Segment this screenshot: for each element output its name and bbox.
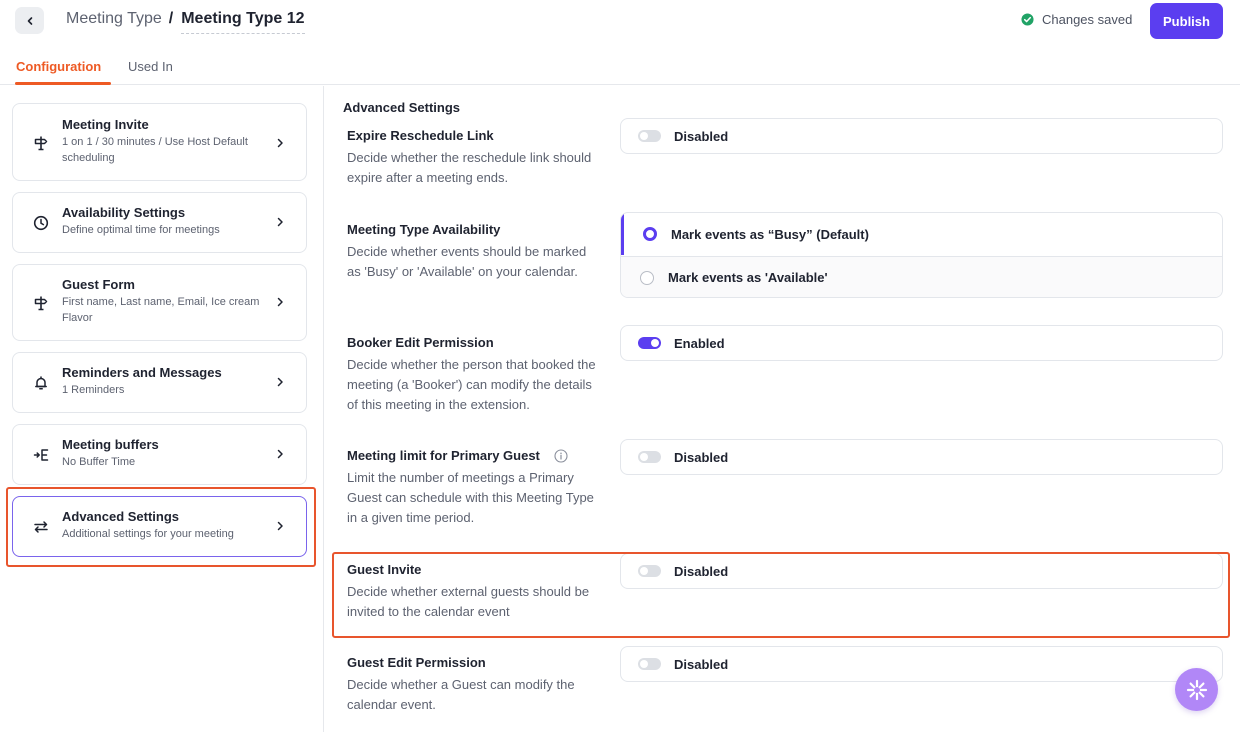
sidebar-item-title: Reminders and Messages bbox=[62, 365, 222, 380]
sidebar-item-title: Meeting buffers bbox=[62, 437, 159, 452]
guest-invite-toggle-box: Disabled bbox=[620, 553, 1223, 589]
setting-availability: Meeting Type Availability Decide whether… bbox=[347, 222, 597, 282]
sidebar-item-reminders[interactable]: Reminders and Messages 1 Reminders bbox=[12, 352, 307, 413]
toggle-state-label: Enabled bbox=[674, 335, 725, 351]
sidebar-item-guest-form[interactable]: Guest Form First name, Last name, Email,… bbox=[12, 264, 307, 341]
radio-option-available[interactable]: Mark events as 'Available' bbox=[621, 256, 1222, 297]
tab-bar: Configuration Used In bbox=[0, 46, 1240, 85]
main-content: Advanced Settings Expire Reschedule Link… bbox=[325, 86, 1240, 732]
toggle-knob bbox=[640, 132, 648, 140]
setting-description: Decide whether external guests should be… bbox=[347, 584, 590, 619]
setting-description: Decide whether events should be marked a… bbox=[347, 244, 587, 279]
toggle-knob bbox=[651, 339, 659, 347]
save-status-text: Changes saved bbox=[1042, 12, 1133, 27]
sparkle-icon bbox=[1186, 679, 1207, 700]
tab-configuration[interactable]: Configuration bbox=[16, 59, 101, 74]
save-status: Changes saved bbox=[1021, 12, 1132, 27]
back-button[interactable] bbox=[15, 7, 44, 34]
radio-button-selected[interactable] bbox=[643, 227, 657, 241]
guest-invite-toggle[interactable] bbox=[638, 565, 661, 577]
sidebar-item-meeting-buffers[interactable]: Meeting buffers No Buffer Time bbox=[12, 424, 307, 485]
sidebar-item-meeting-invite[interactable]: Meeting Invite 1 on 1 / 30 minutes / Use… bbox=[12, 103, 307, 181]
guest-edit-toggle[interactable] bbox=[638, 658, 661, 670]
sidebar-item-subtitle: First name, Last name, Email, Ice cream … bbox=[62, 296, 260, 324]
sidebar-item-subtitle: 1 Reminders bbox=[62, 384, 125, 396]
toggle-state-label: Disabled bbox=[674, 449, 729, 465]
active-tab-indicator bbox=[15, 82, 111, 85]
chevron-right-icon bbox=[277, 217, 283, 227]
sliders-icon bbox=[33, 519, 49, 535]
chevron-right-icon bbox=[277, 377, 283, 387]
chevron-right-icon bbox=[277, 297, 283, 307]
chevron-right-icon bbox=[277, 138, 283, 148]
sidebar-item-advanced-settings[interactable]: Advanced Settings Additional settings fo… bbox=[12, 496, 307, 557]
setting-title-row: Meeting limit for Primary Guest bbox=[347, 448, 597, 463]
meeting-limit-toggle-box: Disabled bbox=[620, 439, 1223, 475]
section-title: Advanced Settings bbox=[343, 100, 461, 115]
availability-radio-group: Mark events as “Busy” (Default) Mark eve… bbox=[620, 212, 1223, 298]
sidebar-item-subtitle: Additional settings for your meeting bbox=[62, 528, 234, 540]
setting-guest-edit: Guest Edit Permission Decide whether a G… bbox=[347, 655, 597, 715]
header: Meeting Type / Meeting Type 12 Changes s… bbox=[0, 0, 1240, 46]
setting-title: Guest Invite bbox=[347, 562, 422, 577]
sidebar-item-subtitle: 1 on 1 / 30 minutes / Use Host Default s… bbox=[62, 136, 248, 164]
breadcrumb-separator: / bbox=[168, 10, 174, 27]
setting-guest-invite: Guest Invite Decide whether external gue… bbox=[347, 562, 597, 622]
setting-meeting-limit: Meeting limit for Primary Guest Limit th… bbox=[347, 448, 597, 528]
setting-description: Decide whether the reschedule link shoul… bbox=[347, 150, 592, 185]
toggle-state-label: Disabled bbox=[674, 656, 729, 672]
signpost-icon bbox=[33, 135, 49, 151]
setting-expire-reschedule: Expire Reschedule Link Decide whether th… bbox=[347, 128, 597, 188]
chevron-right-icon bbox=[277, 449, 283, 459]
sidebar-item-title: Advanced Settings bbox=[62, 509, 180, 524]
buffer-icon bbox=[33, 447, 49, 463]
sidebar-item-title: Guest Form bbox=[62, 277, 135, 292]
sidebar-item-title: Meeting Invite bbox=[62, 117, 149, 132]
breadcrumb-parent[interactable]: Meeting Type bbox=[66, 10, 162, 28]
tab-used-in[interactable]: Used In bbox=[128, 59, 173, 74]
toggle-knob bbox=[640, 660, 648, 668]
assistant-fab-button[interactable] bbox=[1175, 668, 1218, 711]
info-icon[interactable] bbox=[554, 448, 568, 463]
expire-reschedule-toggle[interactable] bbox=[638, 130, 661, 142]
setting-description: Limit the number of meetings a Primary G… bbox=[347, 470, 594, 525]
radio-label: Mark events as 'Available' bbox=[668, 270, 828, 285]
sidebar-item-title: Availability Settings bbox=[62, 205, 186, 220]
sidebar-item-subtitle: No Buffer Time bbox=[62, 456, 136, 468]
booker-edit-toggle-box: Enabled bbox=[620, 325, 1223, 361]
sidebar-item-subtitle: Define optimal time for meetings bbox=[62, 224, 220, 236]
setting-title: Meeting limit for Primary Guest bbox=[347, 448, 540, 463]
sidebar: Meeting Invite 1 on 1 / 30 minutes / Use… bbox=[0, 86, 324, 732]
page-title[interactable]: Meeting Type 12 bbox=[181, 10, 305, 34]
radio-label: Mark events as “Busy” (Default) bbox=[671, 226, 869, 242]
publish-button[interactable]: Publish bbox=[1150, 3, 1223, 39]
bell-icon bbox=[33, 375, 49, 391]
expire-reschedule-toggle-box: Disabled bbox=[620, 118, 1223, 154]
toggle-knob bbox=[640, 567, 648, 575]
chevron-right-icon bbox=[277, 521, 283, 531]
radio-option-busy[interactable]: Mark events as “Busy” (Default) bbox=[621, 213, 1222, 255]
check-circle-icon bbox=[1021, 13, 1034, 26]
setting-title: Expire Reschedule Link bbox=[347, 128, 494, 143]
guest-edit-toggle-box: Disabled bbox=[620, 646, 1223, 682]
setting-description: Decide whether the person that booked th… bbox=[347, 357, 596, 412]
setting-title: Booker Edit Permission bbox=[347, 335, 494, 350]
setting-description: Decide whether a Guest can modify the ca… bbox=[347, 677, 575, 712]
toggle-knob bbox=[640, 453, 648, 461]
setting-title: Guest Edit Permission bbox=[347, 655, 486, 670]
clock-icon bbox=[33, 215, 49, 231]
chevron-left-icon bbox=[27, 16, 32, 25]
meeting-limit-toggle[interactable] bbox=[638, 451, 661, 463]
booker-edit-toggle[interactable] bbox=[638, 337, 661, 349]
signpost-icon bbox=[33, 295, 49, 311]
sidebar-item-availability-settings[interactable]: Availability Settings Define optimal tim… bbox=[12, 192, 307, 253]
breadcrumb: Meeting Type / Meeting Type 12 bbox=[66, 10, 305, 34]
radio-button[interactable] bbox=[640, 270, 654, 285]
setting-booker-edit: Booker Edit Permission Decide whether th… bbox=[347, 335, 597, 415]
setting-title: Meeting Type Availability bbox=[347, 222, 501, 237]
toggle-state-label: Disabled bbox=[674, 128, 729, 144]
toggle-state-label: Disabled bbox=[674, 563, 729, 579]
